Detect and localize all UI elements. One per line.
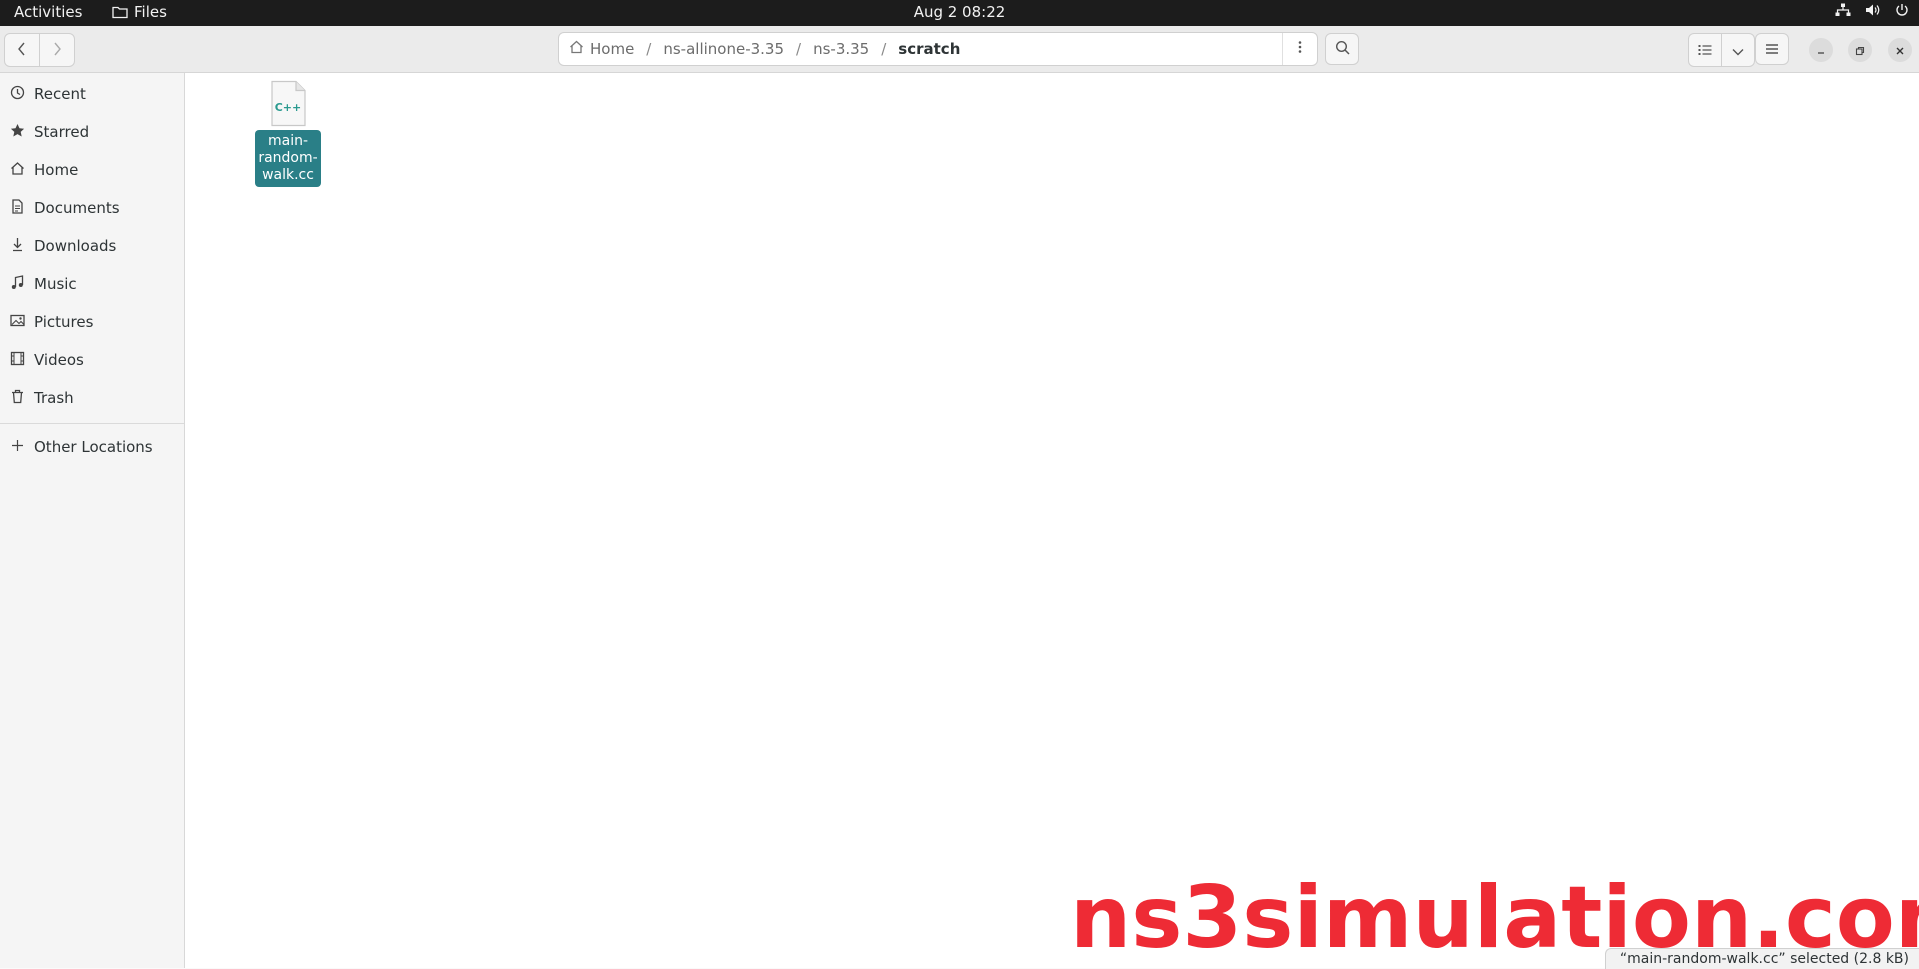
sidebar-item-music[interactable]: Music	[0, 265, 184, 303]
breadcrumb-label: scratch	[898, 40, 961, 58]
file-name-label: main- random- walk.cc	[255, 130, 321, 187]
sidebar-item-other-locations[interactable]: Other Locations	[0, 428, 184, 466]
breadcrumb-label: Home	[590, 40, 635, 58]
sidebar-item-label: Recent	[34, 85, 86, 103]
breadcrumb-label: ns-3.35	[813, 40, 870, 58]
view-toggle-group	[1688, 33, 1755, 67]
breadcrumb-label: ns-allinone-3.35	[663, 40, 785, 58]
sidebar-item-label: Trash	[34, 389, 74, 407]
power-icon[interactable]	[1895, 3, 1909, 17]
sidebar-item-label: Videos	[34, 351, 84, 369]
chevron-left-icon	[17, 41, 27, 60]
breadcrumb-home[interactable]: Home	[559, 40, 642, 58]
file-view[interactable]: C++ main- random- walk.cc	[185, 73, 1919, 968]
back-button[interactable]	[5, 34, 39, 66]
system-tray[interactable]	[1835, 3, 1909, 17]
star-icon	[10, 123, 25, 142]
sidebar-item-label: Music	[34, 275, 77, 293]
plus-icon	[10, 438, 25, 457]
sidebar-item-label: Other Locations	[34, 438, 153, 456]
folder-icon	[112, 5, 128, 19]
list-view-button[interactable]	[1689, 34, 1721, 66]
sidebar-item-starred[interactable]: Starred	[0, 113, 184, 151]
video-icon	[10, 351, 25, 370]
sidebar-item-pictures[interactable]: Pictures	[0, 303, 184, 341]
forward-button[interactable]	[39, 34, 74, 66]
path-bar: Home / ns-allinone-3.35 / ns-3.35 / scra…	[558, 32, 1318, 66]
vertical-dots-icon	[1298, 40, 1302, 58]
sidebar-item-trash[interactable]: Trash	[0, 379, 184, 417]
breadcrumb-separator: /	[796, 40, 802, 58]
status-bar: “main-random-walk.cc” selected (2.8 kB)	[1604, 948, 1919, 969]
music-icon	[10, 274, 25, 294]
sidebar-item-label: Downloads	[34, 237, 117, 255]
maximize-button[interactable]	[1848, 38, 1872, 62]
home-icon	[569, 40, 584, 58]
app-name: Files	[134, 3, 167, 21]
file-icon-text: C++	[275, 101, 302, 114]
clock-icon	[10, 85, 25, 104]
file-name-line: main-	[267, 133, 309, 149]
home-icon	[10, 161, 25, 180]
sidebar: Recent Starred Home Documents Downloads …	[0, 73, 185, 968]
restore-icon	[1855, 41, 1865, 60]
picture-icon	[10, 313, 25, 332]
sidebar-item-videos[interactable]: Videos	[0, 341, 184, 379]
top-bar: Activities Files Aug 2 08:22	[0, 0, 1919, 26]
cpp-file-icon: C++	[268, 80, 308, 128]
main-menu-button[interactable]	[1755, 33, 1789, 65]
breadcrumb-separator: /	[881, 40, 887, 58]
close-button[interactable]	[1888, 38, 1912, 62]
search-icon	[1335, 40, 1350, 59]
activities-button[interactable]: Activities	[14, 3, 82, 21]
file-item-main-random-walk[interactable]: C++ main- random- walk.cc	[253, 80, 323, 187]
sidebar-divider	[0, 423, 184, 424]
sidebar-item-downloads[interactable]: Downloads	[0, 227, 184, 265]
list-view-icon	[1698, 41, 1712, 60]
minimize-icon	[1816, 41, 1826, 60]
sidebar-item-label: Pictures	[34, 313, 94, 331]
close-icon	[1895, 41, 1905, 60]
trash-icon	[10, 389, 25, 408]
breadcrumb-separator: /	[646, 40, 652, 58]
file-name-line: random-	[258, 150, 318, 166]
breadcrumb-scratch[interactable]: scratch	[890, 40, 968, 58]
clock[interactable]: Aug 2 08:22	[914, 3, 1006, 21]
path-menu-button[interactable]	[1282, 33, 1317, 65]
sidebar-item-recent[interactable]: Recent	[0, 75, 184, 113]
document-icon	[10, 198, 25, 218]
header-bar: Home / ns-allinone-3.35 / ns-3.35 / scra…	[0, 26, 1919, 73]
sidebar-item-label: Starred	[34, 123, 90, 141]
hamburger-icon	[1765, 40, 1779, 59]
chevron-right-icon	[52, 41, 62, 60]
sidebar-item-label: Documents	[34, 199, 120, 217]
breadcrumb-ns-allinone[interactable]: ns-allinone-3.35	[655, 40, 792, 58]
sidebar-item-documents[interactable]: Documents	[0, 189, 184, 227]
app-menu-files[interactable]: Files	[112, 3, 167, 21]
network-icon[interactable]	[1835, 3, 1851, 17]
download-icon	[10, 237, 25, 256]
volume-icon[interactable]	[1865, 3, 1881, 17]
sidebar-item-home[interactable]: Home	[0, 151, 184, 189]
minimize-button[interactable]	[1809, 38, 1833, 62]
file-name-line: walk.cc	[262, 167, 314, 183]
view-options-button[interactable]	[1721, 34, 1754, 66]
breadcrumb-ns-3[interactable]: ns-3.35	[805, 40, 877, 58]
chevron-down-icon	[1732, 41, 1744, 60]
sidebar-item-label: Home	[34, 161, 79, 179]
search-button[interactable]	[1325, 33, 1359, 65]
navigation-buttons	[4, 33, 75, 67]
